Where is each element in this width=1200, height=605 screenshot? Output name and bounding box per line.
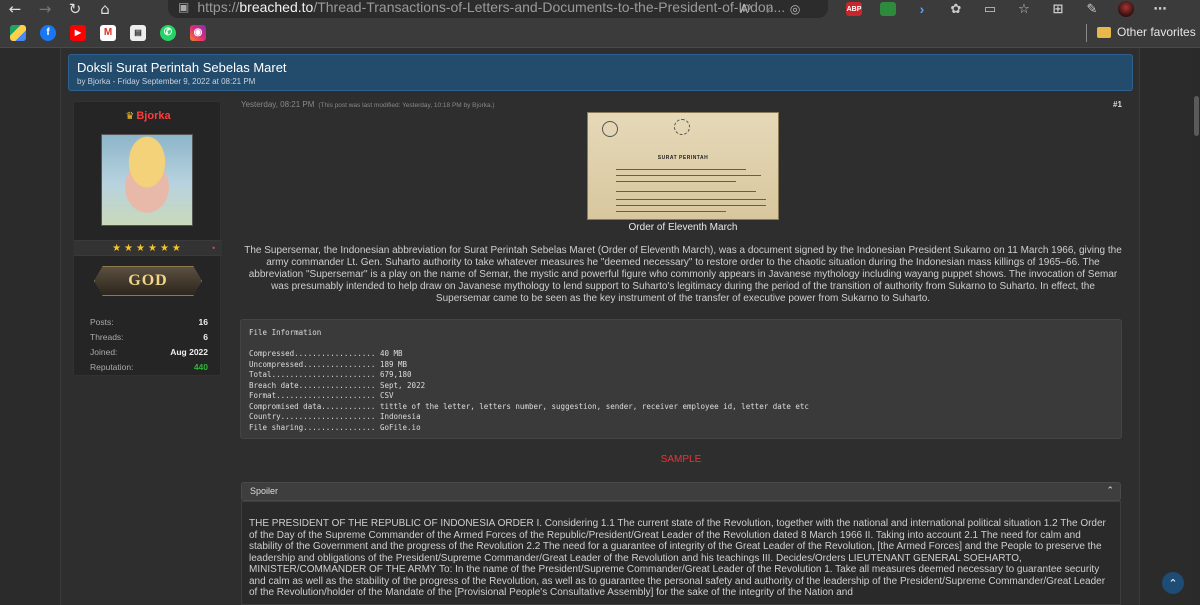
- whatsapp-icon[interactable]: ✆: [160, 24, 176, 41]
- stat-label: Reputation:: [90, 361, 134, 372]
- image-caption: Order of Eleventh March: [628, 222, 738, 233]
- user-panel: ♛ Bjorka ★★★★★★ • GOD Posts: 16 Threads: 6 J…: [73, 101, 222, 376]
- rank-badge: GOD: [94, 266, 202, 296]
- scrollbar-thumb[interactable]: [1194, 96, 1199, 136]
- url-path: /Thread-Transactions-of-Letters-and-Docu…: [313, 0, 786, 15]
- thread-title: Doksli Surat Perintah Sebelas Maret: [77, 60, 287, 75]
- stars-text: ★★★★★★: [112, 243, 184, 254]
- document-line: [616, 181, 736, 182]
- site-info-icon[interactable]: ▣: [178, 0, 189, 14]
- stat-label: Joined:: [90, 346, 118, 357]
- file-information-box: File Information Compressed.............…: [240, 319, 1122, 439]
- document-title: SURAT PERINTAH: [657, 155, 709, 161]
- thread-header: Doksli Surat Perintah Sebelas Maret by B…: [68, 54, 1133, 91]
- tracking-icon[interactable]: ◎: [790, 2, 800, 16]
- garuda-emblem-icon: [602, 121, 618, 137]
- scroll-to-top-button[interactable]: ⌃: [1162, 572, 1184, 594]
- dot-indicator: •: [211, 244, 216, 253]
- user-stats: Posts: 16 Threads: 6 Joined: Aug 2022 Reput…: [90, 314, 208, 374]
- collections-icon[interactable]: ⊞: [1050, 2, 1066, 17]
- extensions-area: ABP › ✿ ▭ ☆ ⊞ ✎ ⋯: [846, 0, 1168, 18]
- username[interactable]: ♛ Bjorka: [74, 110, 222, 122]
- url-prefix: https://: [197, 0, 240, 15]
- document-line: [616, 211, 726, 212]
- username-text: Bjorka: [136, 110, 171, 122]
- news-icon[interactable]: ▤: [130, 24, 146, 41]
- chevron-right-icon[interactable]: ›: [914, 1, 930, 17]
- post-time: Yesterday, 08:21 PM: [241, 100, 315, 109]
- edit-icon[interactable]: ✎: [1084, 2, 1100, 17]
- document-line: [616, 169, 746, 170]
- spoiler-label: Spoiler: [250, 486, 279, 496]
- more-menu-icon[interactable]: ⋯: [1152, 2, 1168, 17]
- stat-value: Aug 2022: [170, 346, 208, 357]
- post-number-link[interactable]: #1: [1113, 100, 1122, 109]
- profile-avatar[interactable]: [1118, 1, 1134, 17]
- bookmarks-divider: [1086, 24, 1087, 42]
- stat-label: Threads:: [90, 331, 124, 342]
- address-tools: A⁾ ⌕ ◎: [740, 0, 800, 18]
- user-stars: ★★★★★★ •: [74, 240, 222, 256]
- facebook-icon[interactable]: f: [40, 24, 56, 41]
- forward-arrow-icon[interactable]: →: [30, 0, 60, 18]
- post-modified: (This post was last modified: Yesterday,…: [318, 102, 495, 109]
- post-description: The Supersemar, the Indonesian abbreviat…: [244, 245, 1122, 304]
- page-content: Doksli Surat Perintah Sebelas Maret by B…: [60, 48, 1140, 605]
- stat-row-joined: Joined: Aug 2022: [90, 344, 208, 359]
- sample-label: SAMPLE: [660, 454, 702, 465]
- stat-row-threads: Threads: 6: [90, 329, 208, 344]
- bookmarks-bar: f ▶ M ▤ ✆ ◉: [0, 18, 1200, 48]
- seal-emblem-icon: [674, 119, 690, 135]
- stat-value: 16: [198, 316, 208, 327]
- gmail-icon[interactable]: M: [100, 24, 116, 41]
- post-meta: Yesterday, 08:21 PM (This post was last m…: [241, 100, 495, 109]
- folder-icon[interactable]: [1097, 27, 1111, 38]
- stat-row-posts: Posts: 16: [90, 314, 208, 329]
- document-line: [616, 191, 756, 192]
- url-domain: breached.to: [239, 0, 314, 15]
- favorites-star-icon[interactable]: ☆: [1016, 2, 1032, 17]
- extension-icon[interactable]: [880, 2, 896, 16]
- document-image[interactable]: SURAT PERINTAH: [587, 112, 779, 220]
- document-line: [616, 199, 766, 200]
- stat-value: 6: [203, 331, 208, 342]
- home-icon[interactable]: ⌂: [90, 0, 120, 18]
- split-screen-icon[interactable]: ▭: [982, 2, 998, 17]
- spoiler-header[interactable]: Spoiler ⌃: [241, 482, 1121, 501]
- reputation-value[interactable]: 440: [194, 362, 208, 372]
- stat-row-reputation: Reputation: 440: [90, 359, 208, 374]
- address-bar[interactable]: ▣ https://breached.to/Thread-Transaction…: [168, 0, 828, 18]
- document-line: [616, 175, 761, 176]
- youtube-icon[interactable]: ▶: [70, 24, 86, 41]
- read-aloud-icon[interactable]: A⁾: [740, 2, 751, 16]
- other-favorites-link[interactable]: Other favorites: [1117, 25, 1196, 39]
- user-avatar[interactable]: [101, 134, 193, 226]
- instagram-icon[interactable]: ◉: [190, 24, 206, 41]
- zoom-icon[interactable]: ⌕: [767, 2, 774, 17]
- google-drive-icon[interactable]: [10, 24, 26, 41]
- puzzle-icon[interactable]: ✿: [948, 2, 964, 17]
- back-arrow-icon[interactable]: ←: [0, 0, 30, 18]
- adblock-plus-icon[interactable]: ABP: [846, 2, 862, 16]
- stat-label: Posts:: [90, 316, 114, 327]
- document-line: [616, 205, 766, 206]
- thread-meta: by Bjorka - Friday September 9, 2022 at …: [77, 77, 256, 86]
- spoiler-content: THE PRESIDENT OF THE REPUBLIC OF INDONES…: [241, 501, 1121, 605]
- chevron-up-icon[interactable]: ⌃: [1106, 483, 1114, 500]
- refresh-icon[interactable]: ↻: [60, 0, 90, 18]
- crown-icon: ♛: [125, 111, 135, 122]
